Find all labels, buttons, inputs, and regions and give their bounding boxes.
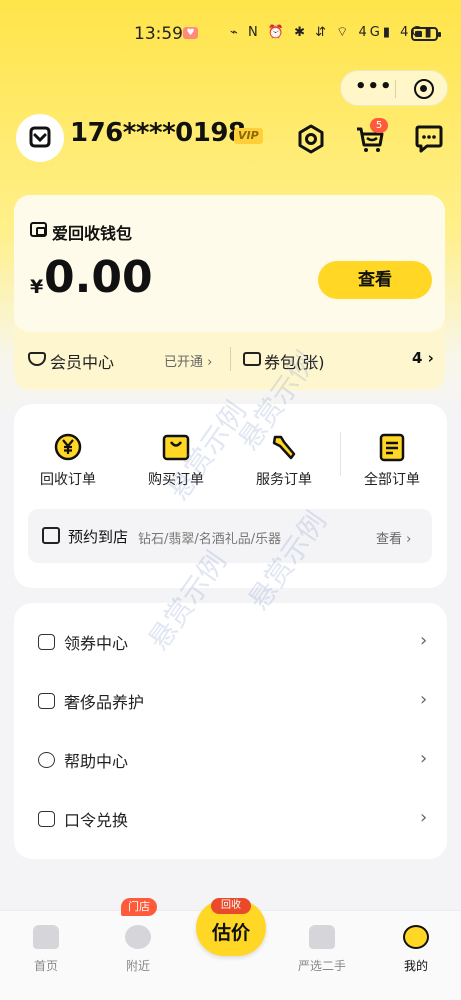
miniprogram-capsule: ••• [340, 70, 448, 106]
member-status-link[interactable]: 已开通 › [164, 351, 212, 370]
chevron-right-icon: › [420, 807, 428, 828]
tab-home[interactable]: 首页 [14, 925, 78, 974]
home-icon [33, 925, 59, 949]
status-icons: ⌁ N ⏰ ✱ ⇵ ⌔ 4G▮ 4G▮ [230, 25, 435, 40]
menu-label: 口令兑换 [64, 811, 129, 830]
menu-label: 帮助中心 [64, 752, 129, 771]
tab-label: 附近 [125, 959, 150, 973]
wallet-view-button[interactable]: 查看 [318, 261, 432, 299]
clipboard-list-icon [377, 432, 407, 462]
chevron-right-icon: › [420, 630, 428, 651]
coupon-icon [38, 634, 55, 650]
close-target-icon[interactable] [414, 79, 434, 99]
order-label: 全部订单 [364, 472, 420, 488]
wallet-title: 爱回收钱包 [52, 224, 133, 243]
tab-mine[interactable]: 我的 [384, 925, 448, 974]
valuation-button[interactable]: 回收 估价 [196, 898, 266, 956]
menu-label: 奢侈品养护 [64, 693, 145, 712]
user-phone: 176****0198 [70, 118, 246, 148]
tab-nearby[interactable]: 附近 [106, 925, 170, 974]
menu-label: 领券中心 [64, 634, 129, 653]
settings-icon[interactable] [296, 124, 326, 154]
more-icon[interactable]: ••• [355, 78, 393, 96]
capsule-divider [395, 80, 396, 98]
avatar[interactable] [16, 114, 64, 162]
appointment-view-label: 查看 [376, 532, 403, 547]
smile-icon [403, 925, 429, 949]
tab-label: 我的 [403, 959, 428, 973]
store-badge: 门店 [121, 898, 157, 916]
yen-coin-icon [53, 432, 83, 462]
appointment-label: 预约到店 [68, 528, 129, 546]
nearby-icon [125, 925, 151, 949]
order-label: 服务订单 [256, 472, 312, 488]
wallet-footer: 会员中心 已开通 › 券包(张) 4 › [26, 345, 434, 373]
member-status: 已开通 [164, 355, 204, 370]
lock-icon [38, 811, 55, 827]
status-bar: 13:59 ♥ ⌁ N ⏰ ✱ ⇵ ⌔ 4G▮ 4G▮ [0, 0, 461, 64]
status-time: 13:59 [134, 24, 183, 44]
appointment-desc: 钻石/翡翠/名酒礼品/乐器 [138, 532, 282, 547]
tab-second-hand[interactable]: 严选二手 [290, 925, 354, 974]
help-center-item[interactable]: 帮助中心 › [14, 732, 447, 790]
currency-symbol: ¥ [30, 276, 44, 298]
coupon-center-item[interactable]: 领券中心 › [14, 614, 447, 672]
member-center-link[interactable]: 会员中心 [50, 349, 114, 373]
code-redeem-item[interactable]: 口令兑换 › [14, 791, 447, 849]
vip-badge: VIP [234, 128, 263, 144]
tab-label: 首页 [33, 959, 58, 973]
battery-icon [411, 27, 441, 41]
help-icon [38, 752, 55, 768]
order-label: 回收订单 [40, 472, 96, 488]
wallet-icon [30, 222, 47, 237]
wallet-amount: 0.00 [44, 252, 153, 303]
tab-label: 严选二手 [297, 959, 346, 973]
coupon-count-link[interactable]: 4 › [412, 349, 434, 367]
shopping-bag-icon [309, 925, 335, 949]
ticket-icon [243, 352, 261, 366]
appointment-view-link[interactable]: 查看 › [376, 528, 411, 547]
luxury-care-item[interactable]: 奢侈品养护 › [14, 673, 447, 731]
coupon-count: 4 [412, 349, 423, 367]
recycle-tag: 回收 [211, 898, 251, 914]
diamond-icon [28, 352, 46, 366]
chevron-right-icon: › [420, 748, 428, 769]
valuation-label: 估价 [211, 922, 250, 944]
bag-care-icon [38, 693, 55, 709]
calendar-check-icon [42, 527, 60, 544]
store-appointment-row[interactable]: 预约到店 钻石/翡翠/名酒礼品/乐器 查看 › [28, 509, 432, 563]
chevron-right-icon: › [420, 689, 428, 710]
message-icon[interactable] [414, 124, 444, 154]
orders-divider [340, 432, 341, 476]
footer-divider [230, 347, 231, 371]
cart-badge: 5 [370, 118, 388, 133]
heart-logo-icon [29, 126, 51, 148]
heart-icon: ♥ [183, 27, 198, 39]
all-orders-button[interactable]: 全部订单 [346, 432, 438, 489]
recycle-orders-button[interactable]: 回收订单 [22, 432, 114, 489]
